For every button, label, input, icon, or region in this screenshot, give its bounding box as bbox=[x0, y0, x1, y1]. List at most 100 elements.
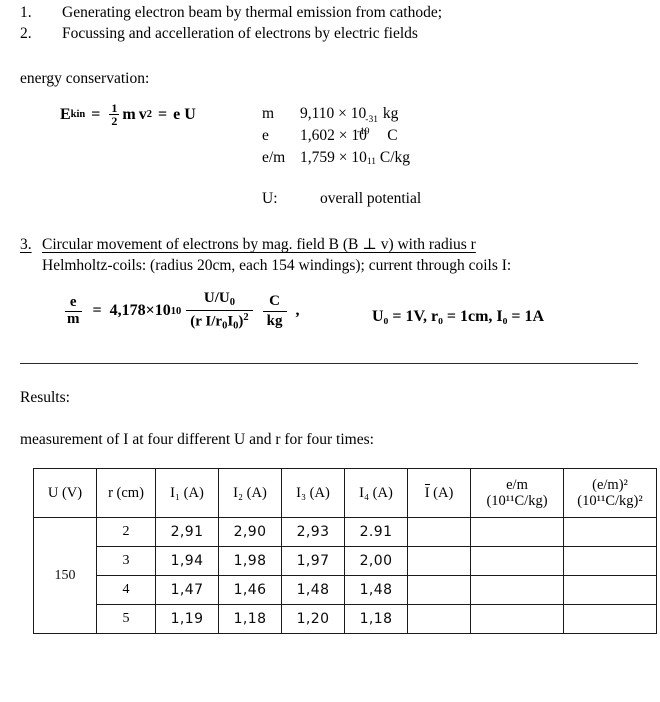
em-formula-conditions: U₀ = 1V, r₀ = 1cm, I₀ = 1A bbox=[372, 308, 545, 325]
cell-current-4: 2,00 bbox=[344, 546, 408, 576]
header-current-4: I₄ (A) bbox=[344, 468, 408, 518]
header-current-1: I₁ (A) bbox=[155, 468, 219, 518]
cell-current-3: 1,20 bbox=[281, 604, 345, 634]
constant-mantissa: 9,110 × 10 bbox=[300, 105, 367, 122]
cell-em bbox=[470, 546, 564, 576]
constant-exponent: 11 bbox=[366, 157, 377, 167]
measurement-table: U (V) r (cm) I₁ (A) I₂ (A) I₃ (A) I₄ (A)… bbox=[33, 468, 657, 634]
cell-em-squared bbox=[563, 546, 657, 576]
ekin-symbol: E bbox=[60, 105, 71, 123]
potential-symbol: U: bbox=[262, 190, 278, 207]
constant-unit: C bbox=[387, 127, 398, 144]
table-row: 150 2 2,91 2,90 2,93 2.91 bbox=[33, 517, 657, 634]
header-em-sub: (10¹¹C/kg) bbox=[486, 493, 548, 509]
cell-current-1: 1,19 bbox=[155, 604, 219, 634]
constant-row-charge: e 1,602 × 10-19 C bbox=[262, 126, 410, 148]
cell-radius: 2 bbox=[96, 517, 156, 547]
cell-em bbox=[470, 604, 564, 634]
cell-current-1: 2,91 bbox=[155, 517, 219, 547]
velocity-symbol: v bbox=[138, 105, 147, 123]
constant-value: 1,602 × 10-19 C bbox=[300, 126, 398, 148]
kinetic-energy-formula: Ekin = 1 2 m v 2 = e U bbox=[60, 101, 196, 129]
list-item: 1. Generating electron beam by thermal e… bbox=[20, 2, 640, 23]
constant-unit: C/kg bbox=[379, 149, 411, 166]
one-half-fraction: 12 bbox=[109, 101, 120, 129]
cell-current-3: 1,97 bbox=[281, 546, 345, 576]
fraction-denominator: 2 bbox=[109, 114, 120, 129]
constant-exponent: -19 bbox=[356, 127, 370, 137]
constant-symbol: e bbox=[262, 127, 269, 144]
constant-exponent: -31 bbox=[365, 115, 378, 125]
em-unit-fraction: C kg bbox=[262, 292, 287, 330]
em-fraction-numerator: U/U0 bbox=[200, 290, 239, 310]
mass-symbol: m bbox=[122, 105, 136, 123]
constant-mantissa: 1,759 × 10 bbox=[300, 149, 367, 166]
constant-value: 1,759 × 1011 C/kg bbox=[300, 148, 410, 170]
results-label: Results: bbox=[20, 389, 70, 406]
cell-em-squared bbox=[563, 575, 657, 605]
cell-current-average bbox=[407, 517, 471, 547]
header-current-2: I₂ (A) bbox=[218, 468, 282, 518]
cell-current-3: 2,93 bbox=[281, 517, 345, 547]
cell-current-4: 1,48 bbox=[344, 575, 408, 605]
cell-em bbox=[470, 575, 564, 605]
em-lhs-numerator: e bbox=[69, 294, 77, 311]
cell-current-average bbox=[407, 575, 471, 605]
em-den-body-1: r I/r bbox=[195, 313, 223, 330]
em-numerator-subscript: 0 bbox=[229, 297, 235, 309]
numbered-list: 1. Generating electron beam by thermal e… bbox=[20, 2, 640, 44]
header-em-squared-main: (e/m)² bbox=[592, 477, 628, 493]
header-current-average: I (A) bbox=[407, 468, 471, 518]
cell-current-average bbox=[407, 546, 471, 576]
table-row: 3 1,94 1,98 1,97 2,00 bbox=[34, 546, 657, 576]
constant-row-mass: m 9,110 × 10-31 kg bbox=[262, 104, 410, 126]
overall-potential-note: U: overall potential bbox=[262, 190, 421, 208]
physical-constants-list: m 9,110 × 10-31 kg e 1,602 × 10-19 C e/m… bbox=[262, 104, 410, 170]
constant-unit: kg bbox=[382, 105, 399, 122]
section-3: 3. Circular movement of electrons by mag… bbox=[20, 234, 640, 276]
list-item-text: Focussing and accelleration of electrons… bbox=[62, 25, 418, 42]
velocity-exponent: 2 bbox=[146, 109, 152, 121]
cell-current-1: 1,47 bbox=[155, 575, 219, 605]
list-item-number: 2. bbox=[20, 25, 32, 42]
section-3-number: 3. bbox=[20, 236, 32, 253]
list-item-number: 1. bbox=[20, 4, 32, 21]
fraction-numerator: 1 bbox=[111, 101, 118, 115]
cell-em bbox=[470, 517, 564, 547]
em-unit-denominator: kg bbox=[262, 310, 287, 330]
measurement-note: measurement of I at four different U and… bbox=[20, 431, 374, 448]
em-unit-numerator: C bbox=[269, 292, 280, 309]
em-fraction-denominator: (r I/r0I0)2 bbox=[186, 309, 253, 332]
em-coefficient-exponent: 10 bbox=[170, 305, 182, 317]
em-lhs-fraction: em bbox=[65, 295, 82, 327]
em-main-fraction: U/U0 (r I/r0I0)2 bbox=[186, 290, 253, 332]
cell-em-squared bbox=[563, 604, 657, 634]
ekin-subscript: kin bbox=[70, 109, 86, 121]
charge-times-potential: e U bbox=[173, 105, 196, 123]
cell-radius: 3 bbox=[96, 546, 156, 576]
section-3-heading: 3. Circular movement of electrons by mag… bbox=[20, 234, 640, 255]
ekin-equals-2: = bbox=[157, 105, 168, 123]
cell-current-2: 1,98 bbox=[218, 546, 282, 576]
table-row: 5 1,19 1,18 1,20 1,18 bbox=[34, 604, 657, 634]
header-radius: r (cm) bbox=[96, 468, 156, 518]
constant-symbol: e/m bbox=[262, 149, 286, 166]
list-item-text: Generating electron beam by thermal emis… bbox=[62, 4, 443, 21]
cell-current-2: 1,18 bbox=[218, 604, 282, 634]
ekin-equals-1: = bbox=[91, 105, 101, 123]
cell-current-2: 1,46 bbox=[218, 575, 282, 605]
cell-current-4: 2.91 bbox=[344, 517, 408, 547]
table-header-row: U (V) r (cm) I₁ (A) I₂ (A) I₃ (A) I₄ (A)… bbox=[33, 468, 657, 518]
list-item: 2. Focussing and accelleration of electr… bbox=[20, 23, 640, 44]
em-equals: = bbox=[92, 302, 102, 320]
table-row: 4 1,47 1,46 1,48 1,48 bbox=[34, 575, 657, 605]
em-den-exponent: 2 bbox=[243, 311, 249, 323]
cell-radius: 5 bbox=[96, 604, 156, 634]
cell-current-4: 1,18 bbox=[344, 604, 408, 634]
em-trailing-comma: , bbox=[295, 302, 300, 320]
cell-current-1: 1,94 bbox=[155, 546, 219, 576]
cell-voltage: 150 bbox=[33, 517, 97, 634]
cell-em-squared bbox=[563, 517, 657, 547]
section-divider bbox=[20, 363, 638, 364]
header-em-main: e/m bbox=[506, 477, 528, 493]
